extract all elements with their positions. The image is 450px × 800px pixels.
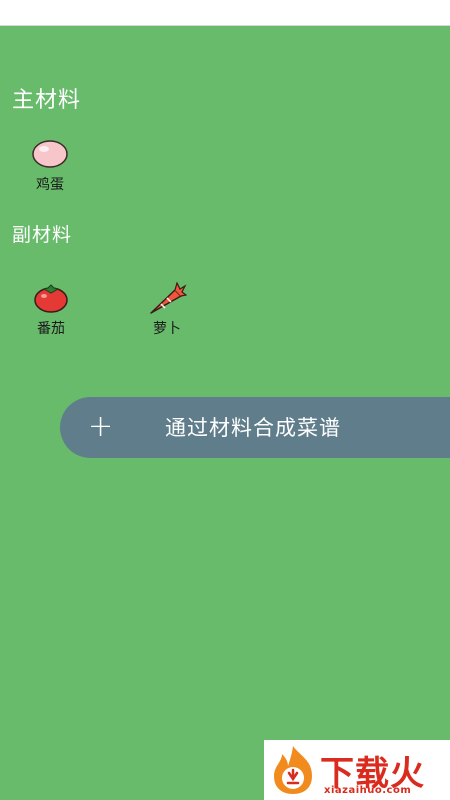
watermark-logo: 下载火 xiazaihuo.com <box>264 740 450 800</box>
main-ingredients-title: 主材料 <box>12 88 82 113</box>
flame-logo-icon <box>274 746 312 794</box>
ingredient-label: 萝卜 <box>153 321 181 337</box>
egg-icon <box>32 140 68 168</box>
carrot-icon <box>150 282 187 314</box>
tomato-icon <box>34 284 68 313</box>
ingredient-egg[interactable]: 鸡蛋 <box>10 138 90 194</box>
ingredient-label: 番茄 <box>37 321 65 337</box>
ingredient-carrot[interactable]: 萝卜 <box>127 282 207 338</box>
ingredient-label: 鸡蛋 <box>36 177 64 193</box>
watermark-url: xiazaihuo.com <box>324 785 412 796</box>
plus-icon: + <box>88 409 114 444</box>
sub-ingredients-title: 副材料 <box>12 224 73 246</box>
ingredient-tomato[interactable]: 番茄 <box>11 282 91 338</box>
status-bar <box>0 0 450 26</box>
synthesize-recipe-label: 通过材料合成菜谱 <box>165 416 341 440</box>
synthesize-recipe-button[interactable]: + 通过材料合成菜谱 <box>60 397 450 458</box>
